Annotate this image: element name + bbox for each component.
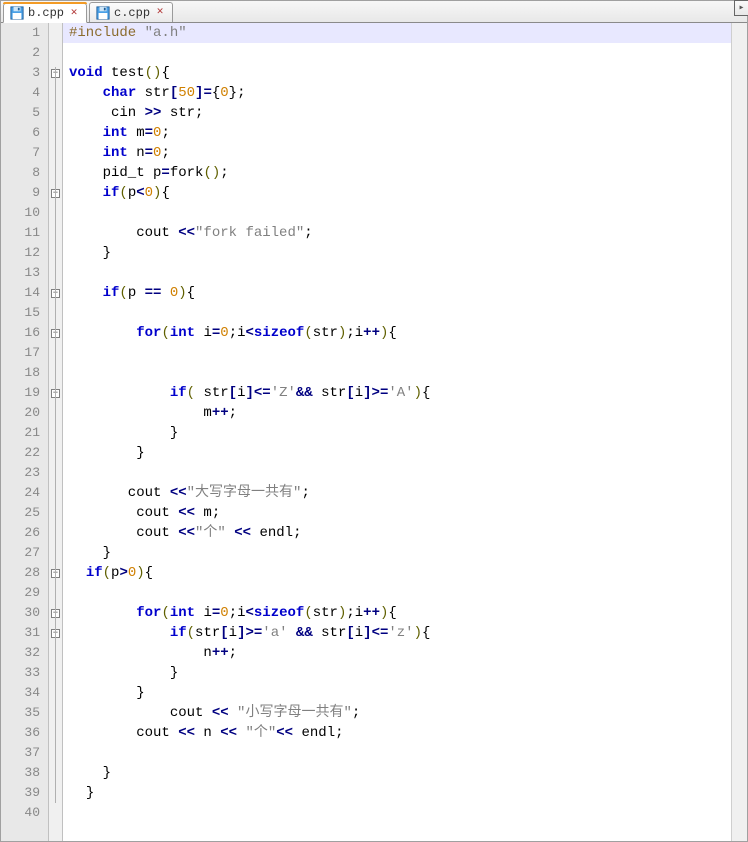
line-number: 9: [1, 183, 40, 203]
file-save-icon: [96, 6, 110, 20]
code-line: if(p == 0){: [63, 283, 747, 303]
line-number: 17: [1, 343, 40, 363]
code-line: int m=0;: [63, 123, 747, 143]
code-line: [63, 343, 747, 363]
line-number: 6: [1, 123, 40, 143]
line-number: 24: [1, 483, 40, 503]
line-number: 35: [1, 703, 40, 723]
code-line: }: [63, 243, 747, 263]
code-line: pid_t p=fork();: [63, 163, 747, 183]
line-number: 30: [1, 603, 40, 623]
editor-window: b.cpp ✕ c.cpp ✕ 1 2 3 4 5 6 7 8 9 10 11 …: [0, 0, 748, 842]
line-number: 21: [1, 423, 40, 443]
code-line: cout << n << "个"<< endl;: [63, 723, 747, 743]
code-line: char str[50]={0};: [63, 83, 747, 103]
line-number: 1: [1, 23, 40, 43]
code-line: }: [63, 663, 747, 683]
line-number: 37: [1, 743, 40, 763]
code-line: cout <<"个" << endl;: [63, 523, 747, 543]
tab-label: c.cpp: [114, 6, 150, 20]
line-number: 23: [1, 463, 40, 483]
code-line: void test(){: [63, 63, 747, 83]
fold-guide-line: [55, 67, 56, 803]
line-number: 20: [1, 403, 40, 423]
file-save-icon: [10, 6, 24, 20]
code-line: [63, 303, 747, 323]
code-line: if(p<0){: [63, 183, 747, 203]
line-number: 33: [1, 663, 40, 683]
line-number: 3: [1, 63, 40, 83]
line-number: 39: [1, 783, 40, 803]
close-icon[interactable]: ✕: [68, 7, 80, 19]
tab-label: b.cpp: [28, 6, 64, 20]
editor-body: 1 2 3 4 5 6 7 8 9 10 11 12 13 14 15 16 1…: [1, 23, 747, 841]
line-number: 22: [1, 443, 40, 463]
line-number: 29: [1, 583, 40, 603]
vertical-scrollbar[interactable]: [731, 23, 747, 841]
code-line: int n=0;: [63, 143, 747, 163]
code-line: m++;: [63, 403, 747, 423]
code-line: for(int i=0;i<sizeof(str);i++){: [63, 603, 747, 623]
code-line: [63, 583, 747, 603]
code-line: [63, 743, 747, 763]
line-number: 16: [1, 323, 40, 343]
code-line: }: [63, 443, 747, 463]
line-number: 15: [1, 303, 40, 323]
code-line: for(int i=0;i<sizeof(str);i++){: [63, 323, 747, 343]
line-number: 12: [1, 243, 40, 263]
line-number: 4: [1, 83, 40, 103]
code-line: [63, 263, 747, 283]
line-number: 5: [1, 103, 40, 123]
code-line: cin >> str;: [63, 103, 747, 123]
line-number: 25: [1, 503, 40, 523]
line-number: 36: [1, 723, 40, 743]
line-number: 7: [1, 143, 40, 163]
code-line: cout <<"大写字母一共有";: [63, 483, 747, 503]
tab-c-cpp[interactable]: c.cpp ✕: [89, 2, 173, 22]
code-line: }: [63, 783, 747, 803]
code-editor[interactable]: #include "a.h" void test(){ char str[50]…: [63, 23, 747, 841]
code-line: [63, 363, 747, 383]
code-line: cout << "小写字母一共有";: [63, 703, 747, 723]
code-line: cout <<"fork failed";: [63, 223, 747, 243]
line-number: 32: [1, 643, 40, 663]
code-line: }: [63, 423, 747, 443]
line-number: 18: [1, 363, 40, 383]
line-number: 34: [1, 683, 40, 703]
code-line: [63, 803, 747, 823]
code-line: }: [63, 763, 747, 783]
code-line: [63, 463, 747, 483]
tab-bar: b.cpp ✕ c.cpp ✕: [1, 1, 747, 23]
line-number: 10: [1, 203, 40, 223]
code-line: if( str[i]<='Z'&& str[i]>='A'){: [63, 383, 747, 403]
code-line: [63, 43, 747, 63]
code-line: n++;: [63, 643, 747, 663]
line-number: 19: [1, 383, 40, 403]
line-number: 13: [1, 263, 40, 283]
line-number-gutter: 1 2 3 4 5 6 7 8 9 10 11 12 13 14 15 16 1…: [1, 23, 49, 841]
code-line: #include "a.h": [63, 23, 747, 43]
tab-b-cpp[interactable]: b.cpp ✕: [3, 3, 87, 23]
code-line: [63, 203, 747, 223]
line-number: 2: [1, 43, 40, 63]
line-number: 27: [1, 543, 40, 563]
close-icon[interactable]: ✕: [154, 7, 166, 19]
line-number: 38: [1, 763, 40, 783]
code-line: if(p>0){: [63, 563, 747, 583]
code-line: }: [63, 683, 747, 703]
line-number: 40: [1, 803, 40, 823]
line-number: 11: [1, 223, 40, 243]
code-line: }: [63, 543, 747, 563]
line-number: 26: [1, 523, 40, 543]
line-number: 31: [1, 623, 40, 643]
code-line: cout << m;: [63, 503, 747, 523]
code-line: if(str[i]>='a' && str[i]<='z'){: [63, 623, 747, 643]
panel-toggle-icon[interactable]: ▸: [734, 0, 748, 16]
line-number: 14: [1, 283, 40, 303]
line-number: 28: [1, 563, 40, 583]
line-number: 8: [1, 163, 40, 183]
fold-gutter: − − − − − − − −: [49, 23, 63, 841]
